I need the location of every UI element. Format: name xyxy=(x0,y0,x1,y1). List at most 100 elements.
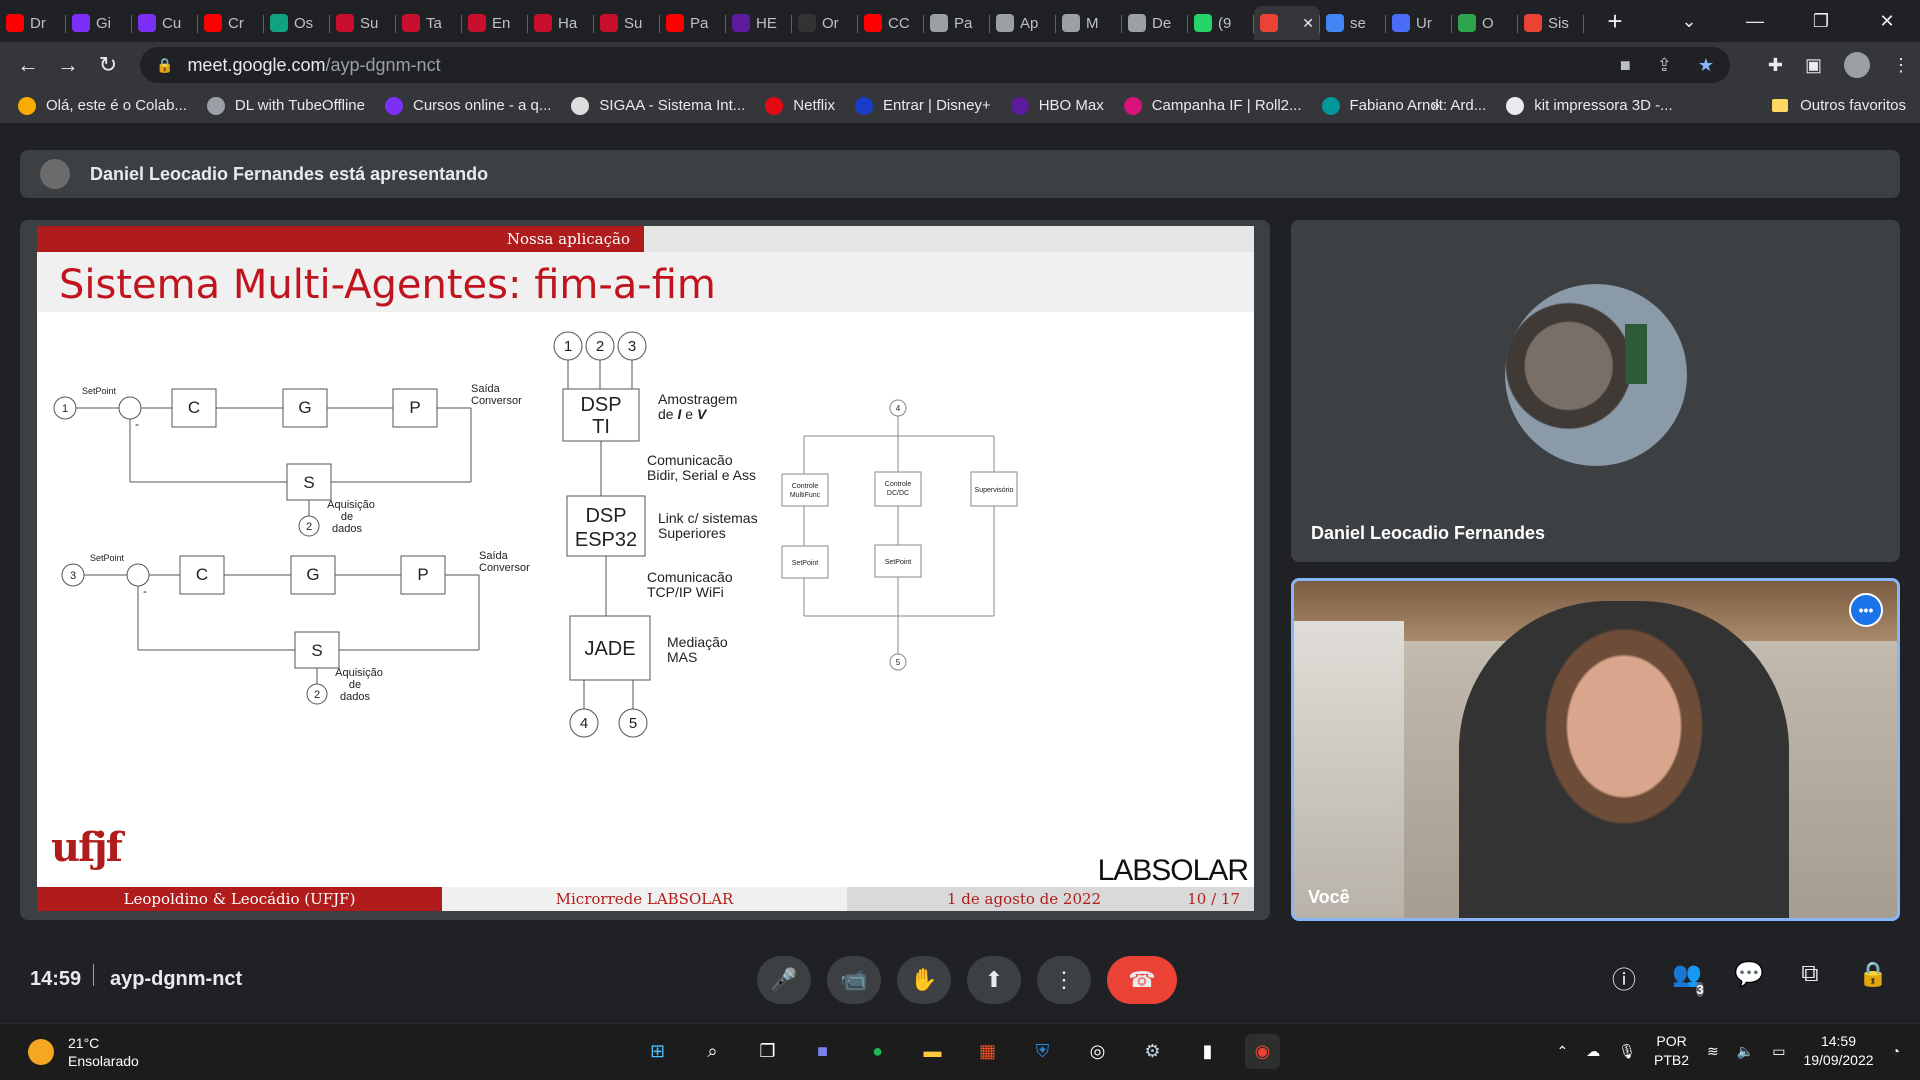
language-indicator[interactable]: POR PTB2 xyxy=(1654,1032,1689,1070)
bookmark-item[interactable]: Campanha IF | Roll2... xyxy=(1123,96,1302,115)
chain-node-1: 1 xyxy=(564,338,572,355)
browser-tab[interactable]: Cr xyxy=(198,6,264,40)
steam-icon[interactable]: ⚙ xyxy=(1135,1034,1170,1069)
browser-tab[interactable]: Sis xyxy=(1518,6,1584,40)
browser-tab[interactable]: Su xyxy=(330,6,396,40)
browser-tab[interactable]: En xyxy=(462,6,528,40)
presentation-tile[interactable]: Nossa aplicação Sistema Multi-Agentes: f… xyxy=(20,220,1270,920)
teams-chat-icon[interactable]: ■ xyxy=(805,1034,840,1069)
chrome-icon[interactable]: ◉ xyxy=(1245,1034,1280,1069)
browser-tab[interactable]: O xyxy=(1452,6,1518,40)
wifi-icon[interactable]: ≋ xyxy=(1707,1043,1719,1060)
spotify-icon[interactable]: ● xyxy=(860,1034,895,1069)
defender-icon[interactable]: ⛨ xyxy=(1025,1034,1060,1069)
bookmark-label: Netflix xyxy=(793,97,835,114)
new-tab-button[interactable]: + xyxy=(1600,6,1630,37)
minimize-button[interactable]: — xyxy=(1722,11,1788,32)
bookmark-item[interactable]: Netflix xyxy=(765,96,835,115)
bookmark-item[interactable]: Cursos online - a q... xyxy=(385,96,551,115)
bookmark-item[interactable]: Olá, este é o Colab... xyxy=(18,96,187,115)
close-tab-icon[interactable]: ✕ xyxy=(1302,15,1314,32)
chat-button[interactable]: 💬 xyxy=(1734,960,1764,1018)
address-bar[interactable]: 🔒 meet.google.com/ayp-dgnm-nct ■ ⇪ ★ xyxy=(140,47,1730,83)
notifications-icon[interactable]: ◔ xyxy=(1892,1043,1900,1059)
tray-overflow-icon[interactable]: ⌃ xyxy=(1557,1043,1569,1060)
present-button[interactable]: ⬆ xyxy=(967,956,1021,1004)
bookmark-item[interactable]: Fabiano Arndt: Ard... xyxy=(1321,96,1486,115)
browser-tab[interactable]: Cu xyxy=(132,6,198,40)
camera-blocked-icon[interactable]: ■ xyxy=(1620,55,1631,76)
mic-tray-icon[interactable]: 🎙 xyxy=(1618,1043,1636,1060)
browser-tab[interactable]: Su xyxy=(594,6,660,40)
task-view-icon[interactable]: ❐ xyxy=(750,1034,785,1069)
info-button[interactable]: ⓘ xyxy=(1610,960,1638,1018)
footer-date: 1 de agosto de 2022 xyxy=(947,890,1102,908)
extensions-icon[interactable]: ✚ xyxy=(1768,55,1783,76)
browser-tab[interactable]: se xyxy=(1320,6,1386,40)
profile-avatar[interactable] xyxy=(1844,52,1870,78)
bookmarks-overflow-button[interactable]: » xyxy=(1431,97,1440,115)
app-ring-icon[interactable]: ◎ xyxy=(1080,1034,1115,1069)
weather-widget[interactable]: 21°C Ensolarado xyxy=(28,1034,139,1070)
search-icon[interactable]: ⌕ xyxy=(695,1034,730,1069)
browser-tab[interactable]: Ap xyxy=(990,6,1056,40)
browser-tab[interactable]: Os xyxy=(264,6,330,40)
forward-button[interactable]: → xyxy=(48,52,88,78)
lock-icon[interactable]: 🔒 xyxy=(156,57,173,74)
camera-button[interactable]: 📹 xyxy=(827,956,881,1004)
browser-tab[interactable]: Ha xyxy=(528,6,594,40)
start-icon[interactable]: ⊞ xyxy=(640,1034,675,1069)
browser-tab[interactable]: M xyxy=(1056,6,1122,40)
meeting-side-controls: ⓘ 👥3 💬 ⧉ 🔒 xyxy=(1610,960,1888,1018)
bookmark-item[interactable]: HBO Max xyxy=(1010,96,1104,115)
end-call-button[interactable]: ☎ xyxy=(1107,956,1177,1004)
minus-label-2: - xyxy=(143,584,147,598)
setpoint-block-1: SetPoint xyxy=(792,560,819,567)
microsoft-store-icon[interactable]: ▦ xyxy=(970,1034,1005,1069)
browser-tab[interactable]: HE xyxy=(726,6,792,40)
volume-icon[interactable]: 🔈 xyxy=(1737,1043,1754,1060)
browser-tab[interactable]: (9 xyxy=(1188,6,1254,40)
reload-button[interactable]: ↻ xyxy=(88,52,128,78)
cloud-icon[interactable]: ☁ xyxy=(1586,1043,1600,1060)
browser-tab[interactable]: Pa xyxy=(660,6,726,40)
speaker-tile[interactable]: Daniel Leocadio Fernandes xyxy=(1291,220,1900,562)
sun-icon xyxy=(28,1039,54,1065)
bookmark-favicon-icon xyxy=(571,96,590,115)
browser-tab[interactable]: Ta xyxy=(396,6,462,40)
battery-icon[interactable]: ▭ xyxy=(1772,1043,1785,1060)
other-bookmarks-folder[interactable]: Outros favoritos xyxy=(1772,97,1906,114)
system-clock[interactable]: 14:59 19/09/2022 xyxy=(1803,1032,1873,1070)
browser-tab[interactable]: Gi xyxy=(66,6,132,40)
side-panel-icon[interactable]: ▣ xyxy=(1805,55,1822,76)
epic-games-icon[interactable]: ▮ xyxy=(1190,1034,1225,1069)
browser-tab[interactable]: ✕ xyxy=(1254,6,1320,40)
microphone-button[interactable]: 🎤 xyxy=(757,956,811,1004)
file-explorer-icon[interactable]: ▬ xyxy=(915,1034,950,1069)
bookmark-item[interactable]: kit impressora 3D -... xyxy=(1506,96,1673,115)
self-video-tile[interactable]: ••• Você xyxy=(1291,578,1900,921)
browser-tab[interactable]: CC xyxy=(858,6,924,40)
tab-search-button[interactable]: ⌄ xyxy=(1656,11,1722,32)
bookmark-item[interactable]: Entrar | Disney+ xyxy=(854,96,991,115)
back-button[interactable]: ← xyxy=(8,52,48,78)
menu-icon[interactable]: ⋮ xyxy=(1892,55,1910,76)
maximize-button[interactable]: ❐ xyxy=(1788,11,1854,32)
tab-favicon-icon xyxy=(402,14,420,32)
browser-tab[interactable]: De xyxy=(1122,6,1188,40)
browser-tab[interactable]: Dr xyxy=(0,6,66,40)
dsp-ti-line1: DSP xyxy=(580,394,621,416)
activities-button[interactable]: ⧉ xyxy=(1796,960,1824,1018)
close-window-button[interactable]: ✕ xyxy=(1854,11,1920,32)
browser-tab[interactable]: Or xyxy=(792,6,858,40)
browser-tab[interactable]: Pa xyxy=(924,6,990,40)
people-button[interactable]: 👥3 xyxy=(1672,960,1704,1018)
raise-hand-button[interactable]: ✋ xyxy=(897,956,951,1004)
bookmark-item[interactable]: SIGAA - Sistema Int... xyxy=(571,96,745,115)
host-controls-button[interactable]: 🔒 xyxy=(1858,960,1888,1018)
bookmark-item[interactable]: DL with TubeOffline xyxy=(206,96,365,115)
bookmark-star-icon[interactable]: ★ xyxy=(1698,55,1714,76)
more-options-button[interactable]: ⋮ xyxy=(1037,956,1091,1004)
browser-tab[interactable]: Ur xyxy=(1386,6,1452,40)
share-icon[interactable]: ⇪ xyxy=(1657,55,1672,76)
